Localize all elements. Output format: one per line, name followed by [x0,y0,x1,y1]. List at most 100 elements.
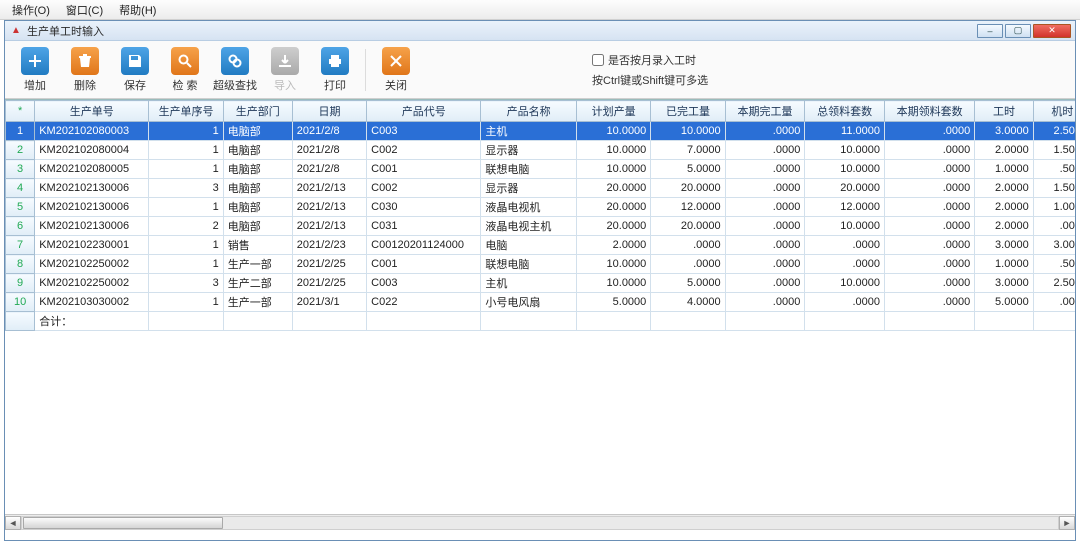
row-number[interactable]: 1 [6,122,35,141]
cell[interactable]: 生产一部 [223,255,292,274]
cell[interactable]: 2021/2/25 [292,274,366,293]
close-button[interactable]: 关闭 [372,45,420,95]
column-header[interactable]: 本期领料套数 [885,101,975,122]
cell[interactable]: 电脑 [481,236,577,255]
cell[interactable]: C022 [367,293,481,312]
cell[interactable]: 显示器 [481,179,577,198]
maximize-button[interactable]: ▢ [1005,24,1031,38]
column-header[interactable]: 已完工量 [651,101,725,122]
cell[interactable]: .0000 [805,236,885,255]
menu-operate[interactable]: 操作(O) [4,0,58,20]
cell[interactable]: 10.0000 [576,122,650,141]
menu-window[interactable]: 窗口(C) [58,0,111,20]
cell[interactable]: 10.0000 [576,255,650,274]
monthly-checkbox[interactable] [592,54,604,66]
cell[interactable]: 1 [149,255,223,274]
cell[interactable]: 5.0000 [651,274,725,293]
table-row[interactable]: 3KM2021020800051电脑部2021/2/8C001联想电脑10.00… [6,160,1076,179]
column-header[interactable]: 计划产量 [576,101,650,122]
cell[interactable]: KM202102130006 [35,198,149,217]
cell[interactable]: 10.0000 [805,274,885,293]
cell[interactable]: 主机 [481,274,577,293]
cell[interactable]: 2.0000 [576,236,650,255]
cell[interactable]: 2021/2/8 [292,160,366,179]
cell[interactable]: KM202102230001 [35,236,149,255]
cell[interactable]: 电脑部 [223,217,292,236]
cell[interactable]: C031 [367,217,481,236]
cell[interactable]: C001 [367,160,481,179]
cell[interactable]: 1 [149,198,223,217]
cell[interactable]: 生产二部 [223,274,292,293]
cell[interactable]: .0000 [725,236,805,255]
cell[interactable]: .0000 [651,236,725,255]
cell[interactable]: 主机 [481,122,577,141]
column-header[interactable]: 产品代号 [367,101,481,122]
supersearch-button[interactable]: 超级查找 [211,45,259,95]
cell[interactable]: C030 [367,198,481,217]
cell[interactable]: KM202102130006 [35,179,149,198]
cell[interactable]: 3 [149,274,223,293]
cell[interactable]: .0000 [725,141,805,160]
table-row[interactable]: 8KM2021022500021生产一部2021/2/25C001联想电脑10.… [6,255,1076,274]
cell[interactable]: KM202103030002 [35,293,149,312]
cell[interactable]: .0000 [885,236,975,255]
cell[interactable]: .5000 [1033,255,1075,274]
cell[interactable]: 电脑部 [223,160,292,179]
cell[interactable]: .0000 [805,255,885,274]
column-header[interactable]: 日期 [292,101,366,122]
cell[interactable]: KM202102250002 [35,274,149,293]
cell[interactable]: 2.0000 [975,179,1033,198]
cell[interactable]: 1 [149,293,223,312]
cell[interactable]: 10.0000 [805,217,885,236]
table-row[interactable]: 6KM2021021300062电脑部2021/2/13C031液晶电视主机20… [6,217,1076,236]
cell[interactable]: C00120201124000 [367,236,481,255]
column-header[interactable]: 产品名称 [481,101,577,122]
cell[interactable]: 2021/2/25 [292,255,366,274]
cell[interactable]: 20.0000 [805,179,885,198]
cell[interactable]: 电脑部 [223,141,292,160]
cell[interactable]: 1.0000 [1033,198,1075,217]
cell[interactable]: 生产一部 [223,293,292,312]
close-window-button[interactable]: ✕ [1033,24,1071,38]
table-row[interactable]: 1KM2021020800031电脑部2021/2/8C003主机10.0000… [6,122,1076,141]
cell[interactable]: .0000 [725,255,805,274]
cell[interactable]: .0000 [651,255,725,274]
cell[interactable]: 10.0000 [576,141,650,160]
delete-button[interactable]: 删除 [61,45,109,95]
cell[interactable]: KM202102130006 [35,217,149,236]
cell[interactable]: 20.0000 [576,179,650,198]
scroll-right-icon[interactable]: ► [1059,516,1075,530]
cell[interactable]: .0000 [885,179,975,198]
add-button[interactable]: 增加 [11,45,59,95]
row-selector-header[interactable]: * [6,101,35,122]
cell[interactable]: 2021/2/13 [292,217,366,236]
cell[interactable]: 小号电风扇 [481,293,577,312]
cell[interactable]: 20.0000 [651,179,725,198]
table-row[interactable]: 10KM2021030300021生产一部2021/3/1C022小号电风扇5.… [6,293,1076,312]
cell[interactable]: 5.0000 [975,293,1033,312]
table-row[interactable]: 5KM2021021300061电脑部2021/2/13C030液晶电视机20.… [6,198,1076,217]
cell[interactable]: 销售 [223,236,292,255]
cell[interactable]: KM202102080003 [35,122,149,141]
table-row[interactable]: 7KM2021022300011销售2021/2/23C001202011240… [6,236,1076,255]
cell[interactable]: 5.0000 [651,160,725,179]
cell[interactable]: 3.0000 [975,274,1033,293]
cell[interactable]: 1.5000 [1033,179,1075,198]
cell[interactable]: 10.0000 [576,160,650,179]
cell[interactable]: 20.0000 [651,217,725,236]
cell[interactable]: 3.0000 [975,122,1033,141]
cell[interactable]: 1.0000 [975,255,1033,274]
column-header[interactable]: 生产单序号 [149,101,223,122]
save-button[interactable]: 保存 [111,45,159,95]
cell[interactable]: 10.0000 [576,274,650,293]
cell[interactable]: 7.0000 [651,141,725,160]
column-header[interactable]: 工时 [975,101,1033,122]
cell[interactable]: 电脑部 [223,179,292,198]
search-button[interactable]: 检 索 [161,45,209,95]
table-row[interactable]: 4KM2021021300063电脑部2021/2/13C002显示器20.00… [6,179,1076,198]
cell[interactable]: .0000 [725,217,805,236]
cell[interactable]: C002 [367,141,481,160]
cell[interactable]: 3.0000 [975,236,1033,255]
cell[interactable]: 20.0000 [576,198,650,217]
cell[interactable]: .0000 [885,293,975,312]
